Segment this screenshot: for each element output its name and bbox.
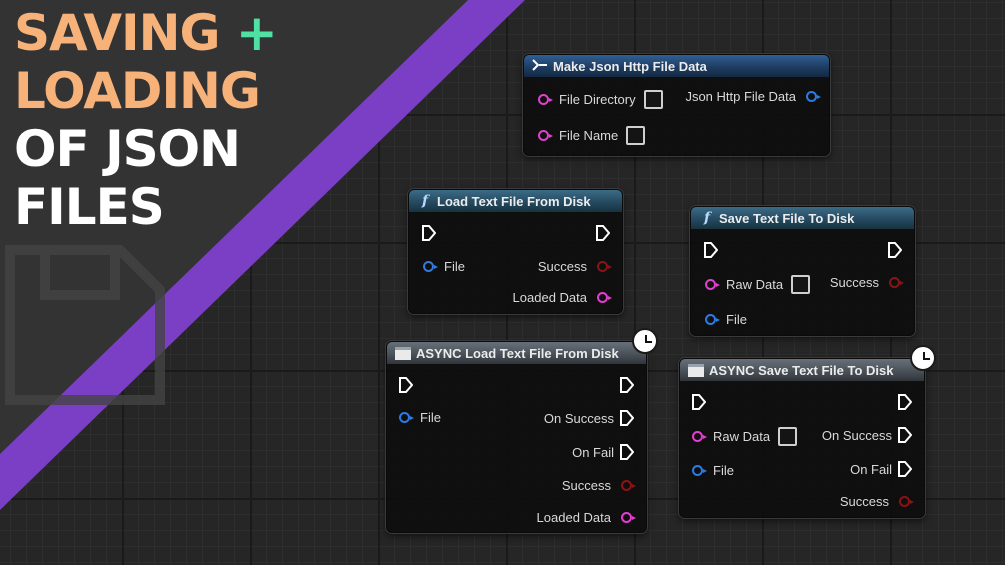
pin-success[interactable]: Success <box>829 275 904 290</box>
node-header[interactable]: ASYNC Load Text File From Disk <box>387 342 646 364</box>
pin-file[interactable]: File <box>399 410 441 425</box>
pin-label: Success <box>829 275 879 290</box>
string-pin-icon[interactable] <box>705 279 720 290</box>
pin-json-http-file-data[interactable]: Json Http File Data <box>685 89 821 104</box>
exec-out-pin-icon[interactable] <box>620 377 634 393</box>
async-node-icon <box>688 363 704 377</box>
pin-label: File <box>713 463 734 478</box>
pin-file-name[interactable]: File Name <box>538 126 646 145</box>
node-title: Make Json Http File Data <box>553 58 707 74</box>
pin-label: File Name <box>559 128 619 143</box>
latent-clock-icon <box>632 328 658 354</box>
exec-out-pin-icon[interactable] <box>898 461 912 477</box>
node-title: Save Text File To Disk <box>719 210 855 226</box>
node-save-text-file-to-disk[interactable]: f Save Text File To Disk Raw Data Succes… <box>690 206 915 336</box>
node-async-save-text-file-to-disk[interactable]: ASYNC Save Text File To Disk Raw Data On… <box>679 345 936 518</box>
string-pin-icon[interactable] <box>692 431 707 442</box>
struct-pin-icon[interactable] <box>705 314 720 325</box>
bool-pin-icon[interactable] <box>899 496 914 507</box>
pin-file[interactable]: File <box>423 259 465 274</box>
pin-on-fail[interactable]: On Fail <box>850 461 912 477</box>
floppy-disk-icon <box>5 245 165 405</box>
pin-success[interactable]: Success <box>839 494 914 509</box>
struct-pin-icon[interactable] <box>423 261 438 272</box>
exec-in-pin-icon[interactable] <box>692 394 706 410</box>
struct-pin-icon[interactable] <box>806 91 821 102</box>
pin-file-directory[interactable]: File Directory <box>538 90 663 109</box>
exec-in-pin-icon[interactable] <box>422 225 436 241</box>
pin-label: On Success <box>821 427 892 443</box>
file-directory-input[interactable] <box>643 90 663 109</box>
pin-file[interactable]: File <box>705 312 747 327</box>
exec-in-pin-icon[interactable] <box>704 242 718 258</box>
exec-out-pin-icon[interactable] <box>898 427 912 443</box>
node-title: ASYNC Save Text File To Disk <box>709 362 894 378</box>
pin-label: Loaded Data <box>512 290 587 305</box>
function-icon: f <box>421 193 429 209</box>
pin-label: On Fail <box>850 461 892 477</box>
pin-success[interactable]: Success <box>537 259 612 274</box>
struct-pin-icon[interactable] <box>399 412 414 423</box>
latent-clock-icon <box>910 345 936 371</box>
pin-label: Success <box>839 494 889 509</box>
pin-on-fail[interactable]: On Fail <box>572 444 634 460</box>
node-title: Load Text File From Disk <box>437 193 591 209</box>
node-make-json-http-file-data[interactable]: Make Json Http File Data File Directory … <box>523 54 830 156</box>
node-title: ASYNC Load Text File From Disk <box>416 345 619 361</box>
make-struct-icon <box>532 58 548 74</box>
pin-label: File <box>420 410 441 425</box>
pin-label: File <box>726 312 747 327</box>
node-header[interactable]: f Save Text File To Disk <box>691 207 914 229</box>
node-header[interactable]: ASYNC Save Text File To Disk <box>680 359 924 381</box>
pin-on-success[interactable]: On Success <box>822 427 912 443</box>
pin-loaded-data[interactable]: Loaded Data <box>536 510 636 525</box>
pin-label: On Fail <box>572 444 614 460</box>
node-load-text-file-from-disk[interactable]: f Load Text File From Disk File Success … <box>408 189 623 314</box>
exec-in-pin-icon[interactable] <box>399 377 413 393</box>
string-pin-icon[interactable] <box>621 512 636 523</box>
pin-file[interactable]: File <box>692 463 734 478</box>
bool-pin-icon[interactable] <box>597 261 612 272</box>
exec-out-pin-icon[interactable] <box>888 242 902 258</box>
pin-label: File Directory <box>559 92 636 107</box>
bool-pin-icon[interactable] <box>889 277 904 288</box>
exec-out-pin-icon[interactable] <box>620 410 634 426</box>
pin-label: Json Http File Data <box>685 89 796 104</box>
headline-line3: OF JSON <box>14 120 241 178</box>
node-async-load-text-file-from-disk[interactable]: ASYNC Load Text File From Disk File On S… <box>386 328 658 533</box>
raw-data-input[interactable] <box>778 427 798 446</box>
headline: SAVING + LOADING OF JSON FILES <box>14 4 278 236</box>
pin-success[interactable]: Success <box>561 478 636 493</box>
raw-data-input[interactable] <box>791 275 811 294</box>
pin-label: Raw Data <box>713 429 771 444</box>
pin-label: File <box>444 259 465 274</box>
exec-out-pin-icon[interactable] <box>898 394 912 410</box>
string-pin-icon[interactable] <box>538 94 553 105</box>
function-icon: f <box>703 210 711 226</box>
pin-raw-data[interactable]: Raw Data <box>692 427 798 446</box>
file-name-input[interactable] <box>626 126 646 145</box>
plus-icon: + <box>235 4 278 62</box>
pin-on-success[interactable]: On Success <box>544 410 634 426</box>
node-header[interactable]: f Load Text File From Disk <box>409 190 622 212</box>
exec-out-pin-icon[interactable] <box>596 225 610 241</box>
headline-line2: LOADING <box>14 62 261 120</box>
string-pin-icon[interactable] <box>597 292 612 303</box>
pin-label: Loaded Data <box>536 510 611 525</box>
async-node-icon <box>395 346 411 360</box>
pin-label: Success <box>561 478 611 493</box>
pin-raw-data[interactable]: Raw Data <box>705 275 811 294</box>
pin-label: Success <box>537 259 587 274</box>
struct-pin-icon[interactable] <box>692 465 707 476</box>
pin-label: Raw Data <box>726 277 784 292</box>
node-header[interactable]: Make Json Http File Data <box>524 55 829 77</box>
exec-out-pin-icon[interactable] <box>620 444 634 460</box>
headline-line1: SAVING <box>14 4 220 62</box>
pin-label: On Success <box>543 410 614 426</box>
bool-pin-icon[interactable] <box>621 480 636 491</box>
string-pin-icon[interactable] <box>538 130 553 141</box>
headline-line4: FILES <box>14 178 165 236</box>
pin-loaded-data[interactable]: Loaded Data <box>512 290 612 305</box>
